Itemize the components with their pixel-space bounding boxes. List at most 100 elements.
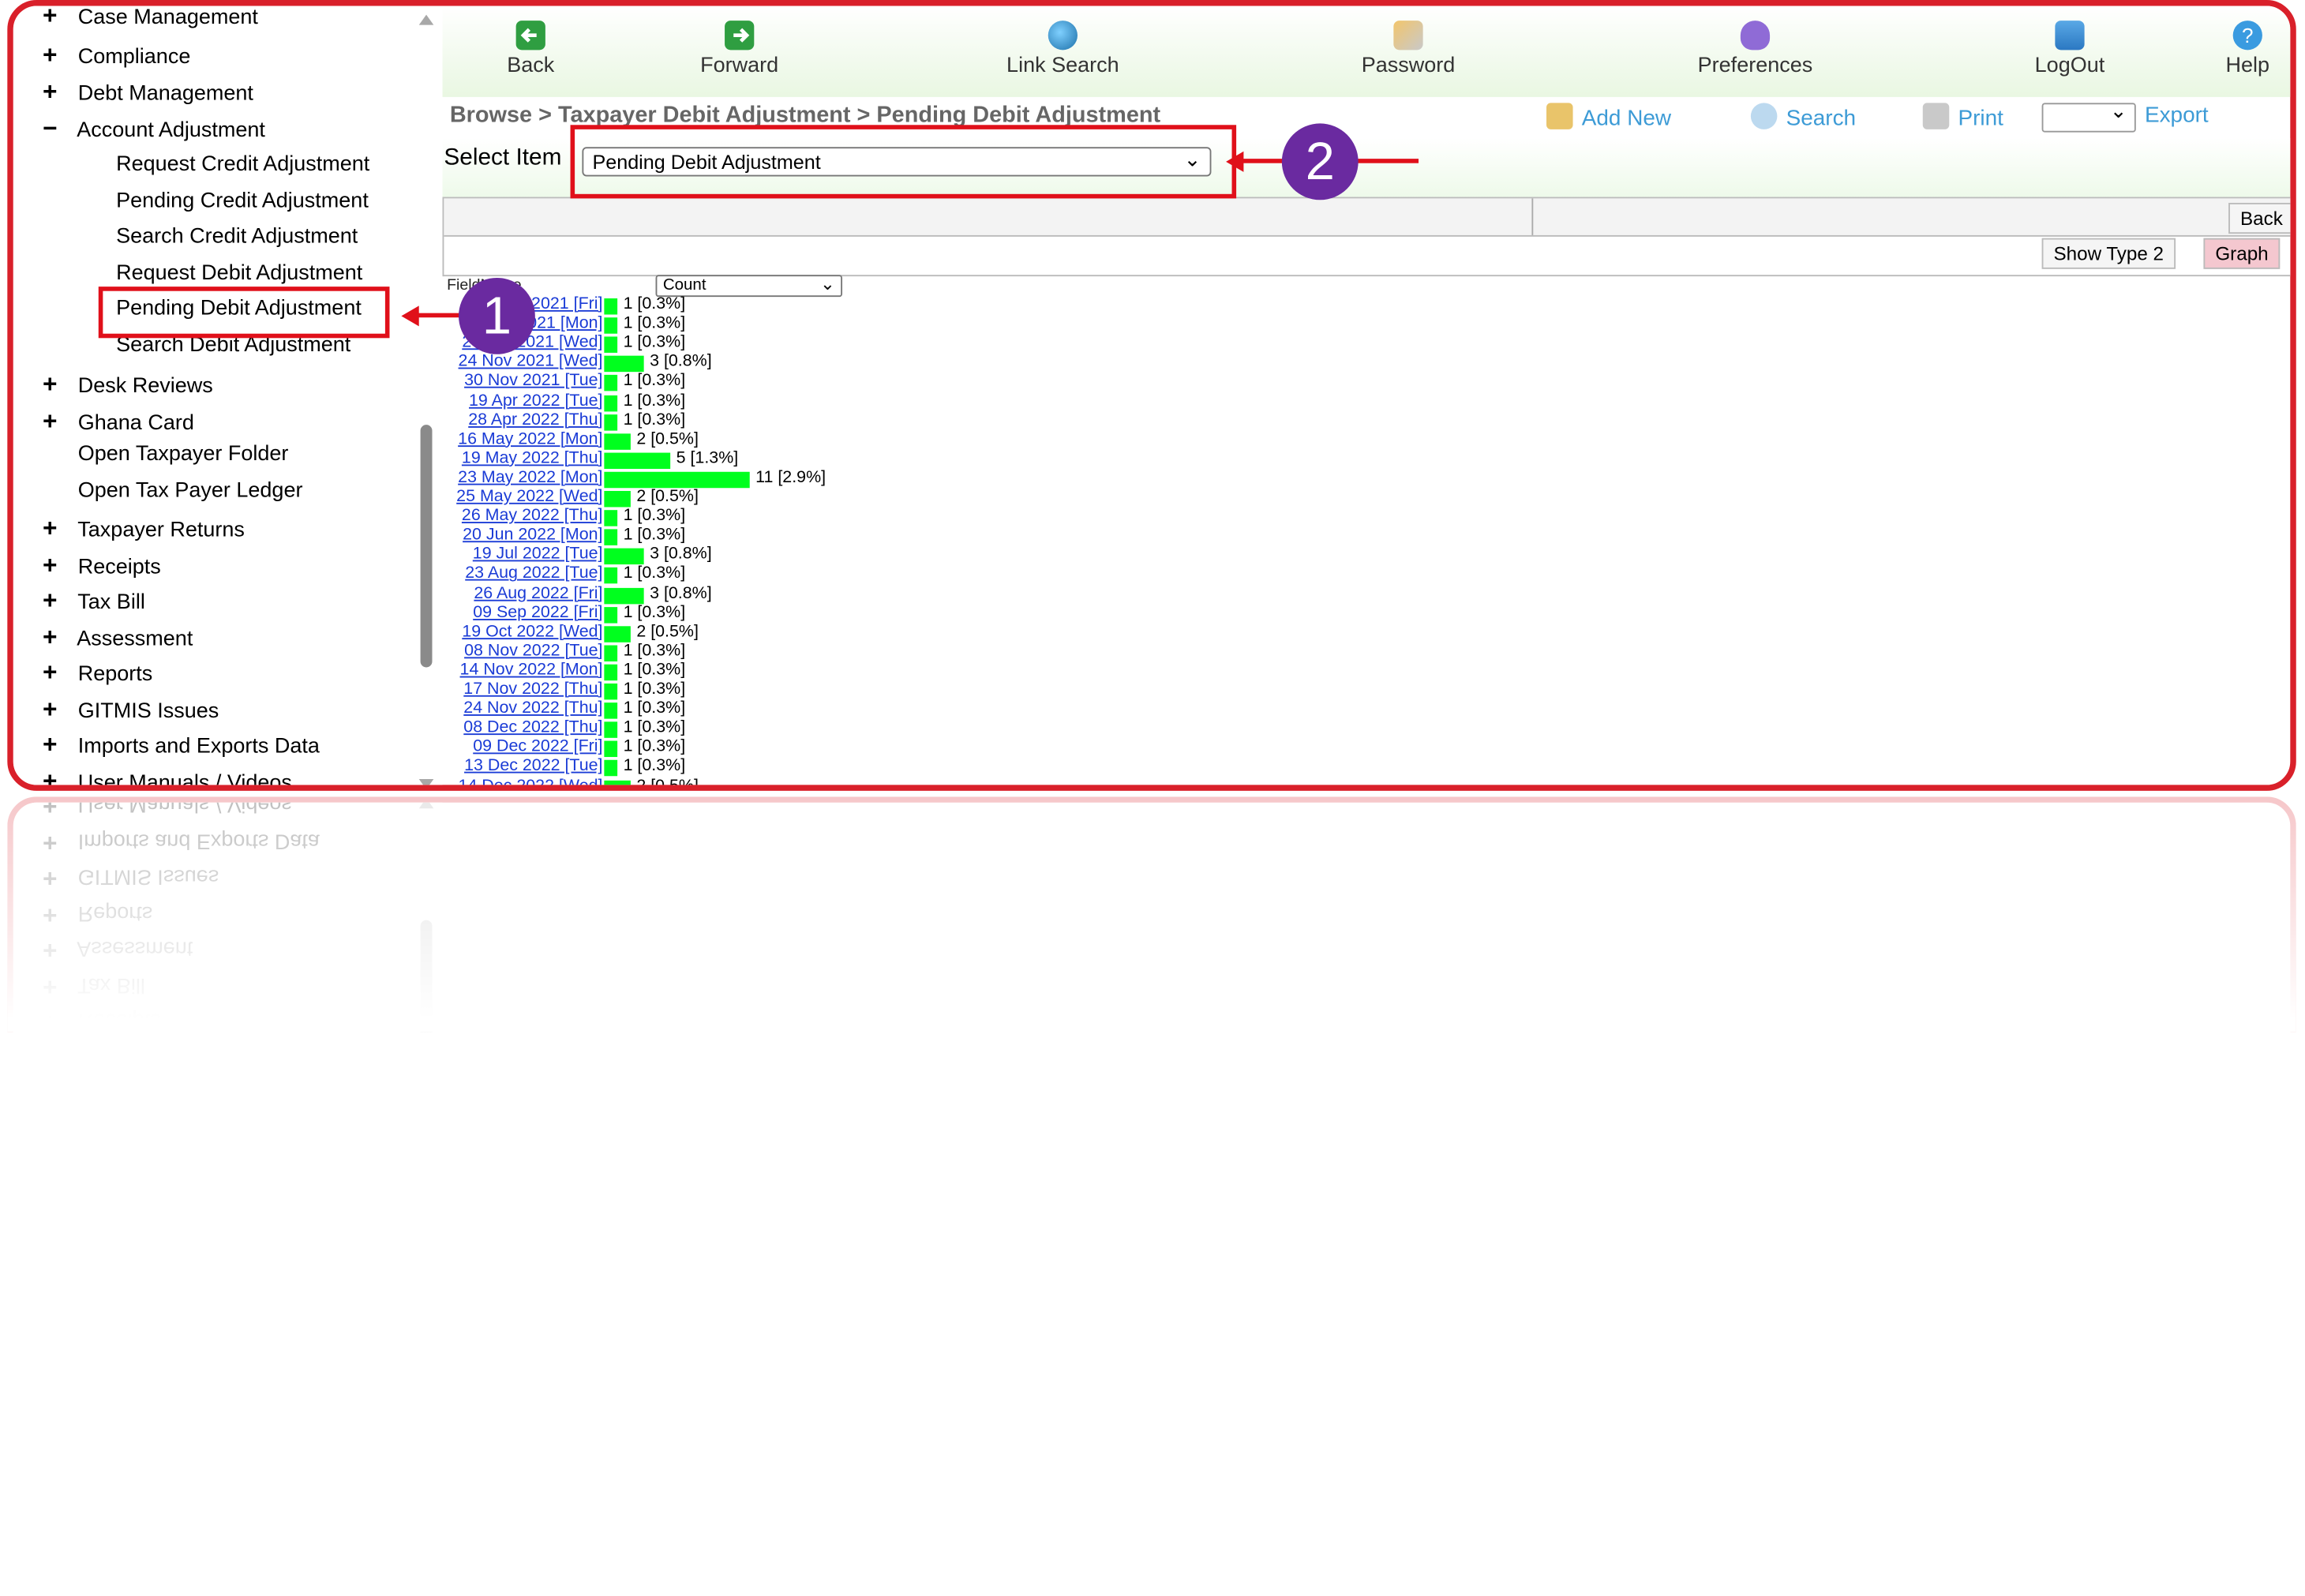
chart-bar [604, 317, 618, 334]
toolbar-back-button[interactable]: Back [489, 21, 572, 78]
chart-value-label: 1 [0.3%] [623, 661, 686, 680]
sidebar-item-desk-reviews[interactable]: + Desk Reviews [43, 370, 213, 399]
chart-bar [604, 336, 618, 354]
sidebar-sub-request-credit-adjustment[interactable]: Request Credit Adjustment [116, 153, 369, 177]
measure-select[interactable]: Count ⌄ [655, 273, 843, 298]
chart-bar [604, 510, 618, 526]
chart-value-label: 3 [0.8%] [650, 353, 712, 371]
chart-bar [604, 452, 671, 469]
chart-category-link[interactable]: 09 Dec 2022 [Fri] [440, 738, 602, 755]
chart-category-link[interactable]: 09 Sep 2022 [Fri] [440, 604, 602, 621]
chart-category-link[interactable]: 30 Nov 2021 [Tue] [440, 373, 602, 390]
sidebar-item-assessment[interactable]: + Assessment [43, 624, 193, 653]
sidebar-item-open-tax-payer-ledger[interactable]: Open Tax Payer Ledger [43, 479, 303, 503]
panel-back-button[interactable]: Back [2228, 202, 2291, 234]
chart-value-label: 11 [2.9%] [755, 468, 826, 487]
chart-category-link[interactable]: 08 Dec 2022 [Thu] [440, 719, 602, 736]
sidebar-item-taxpayer-returns[interactable]: + Taxpayer Returns [43, 515, 245, 544]
export-format-select[interactable] [2041, 99, 2136, 133]
sidebar-item-receipts[interactable]: + Receipts [43, 551, 161, 580]
chart-category-link[interactable]: 08 Nov 2022 [Tue] [440, 642, 602, 659]
chart-category-link[interactable]: 16 May 2022 [Mon] [440, 430, 602, 448]
chart-value-label: 1 [0.3%] [623, 392, 686, 410]
arrowhead-1-icon [401, 305, 419, 327]
export-button[interactable]: Export [2145, 103, 2209, 128]
chart-value-label: 1 [0.3%] [623, 334, 686, 352]
toolbar-help-button[interactable]: ? Help [2218, 21, 2277, 78]
chart-category-link[interactable]: 13 Dec 2022 [Tue] [440, 758, 602, 775]
chart-bar [604, 664, 618, 680]
chart-bar [604, 395, 618, 411]
sidebar-item-case-management[interactable]: + Case Management [43, 6, 258, 31]
chevron-down-icon: ⌄ [819, 273, 835, 294]
sidebar-sub-pending-credit-adjustment[interactable]: Pending Credit Adjustment [116, 189, 369, 213]
chart-bar [604, 298, 618, 315]
toolbar-preferences-button[interactable]: Preferences [1681, 21, 1828, 78]
toolbar-link-search-button[interactable]: Link Search [989, 21, 1136, 78]
sidebar-item-user-manuals[interactable]: + User Manuals / Videos [43, 767, 292, 785]
panel-divider [1531, 198, 1534, 235]
sidebar-item-reports[interactable]: + Reports [43, 658, 152, 687]
sidebar-item-tax-bill[interactable]: + Tax Bill [43, 586, 145, 616]
chart-value-label: 1 [0.3%] [623, 372, 686, 391]
sidebar-item-debt-management[interactable]: + Debt Management [43, 78, 253, 107]
sidebar-item-imports-exports-data[interactable]: + Imports and Exports Data [43, 731, 320, 760]
chart-category-link[interactable]: 14 Nov 2022 [Mon] [440, 661, 603, 679]
sidebar-item-gitmis-issues[interactable]: + GITMIS Issues [43, 695, 219, 725]
highlight-box-2 [570, 125, 1237, 199]
chart-bar [604, 645, 618, 661]
sidebar-item-compliance[interactable]: + Compliance [43, 41, 190, 70]
chart-value-label: 1 [0.3%] [623, 738, 686, 756]
add-new-button[interactable]: Add New [1546, 103, 1671, 131]
chart-value-label: 2 [0.5%] [636, 488, 699, 506]
chart-category-link[interactable]: 26 May 2022 [Thu] [440, 508, 603, 525]
password-key-icon [1393, 21, 1423, 51]
toolbar-logout-button[interactable]: LogOut [2018, 21, 2121, 78]
chart-value-label: 1 [0.3%] [623, 757, 686, 776]
chart-bar [604, 549, 644, 565]
sidebar-item-open-taxpayer-folder[interactable]: Open Taxpayer Folder [43, 443, 289, 466]
step-badge-1: 1 [459, 277, 535, 354]
chart-category-link[interactable]: 17 Nov 2022 [Thu] [440, 680, 602, 698]
chart-category-link[interactable]: 19 Oct 2022 [Wed] [440, 623, 602, 640]
chart-category-link[interactable]: 19 Apr 2022 [Tue] [440, 392, 602, 409]
chart-category-link[interactable]: 14 Dec 2022 [Wed] [440, 777, 603, 785]
toolbar: Back Forward Link Search Password Prefer… [442, 6, 2291, 97]
highlight-box-1 [98, 287, 390, 339]
sidebar-sub-request-debit-adjustment[interactable]: Request Debit Adjustment [116, 261, 362, 285]
toolbar-password-button[interactable]: Password [1349, 21, 1467, 78]
chart-value-label: 3 [0.8%] [650, 545, 712, 564]
sidebar-scrollbar-thumb[interactable] [420, 425, 433, 668]
print-button[interactable]: Print [1922, 103, 2003, 131]
chart-category-link[interactable]: 19 Jul 2022 [Tue] [440, 545, 603, 563]
chart-category-link[interactable]: 23 Aug 2022 [Tue] [440, 565, 602, 583]
toolbar-forward-button[interactable]: Forward [688, 21, 791, 78]
sidebar-sub-search-credit-adjustment[interactable]: Search Credit Adjustment [116, 225, 358, 249]
chart-category-link[interactable]: 19 May 2022 [Thu] [440, 449, 603, 466]
arrowhead-2-icon [1226, 151, 1244, 172]
preferences-heart-icon [1740, 21, 1771, 51]
scroll-down-arrow-icon[interactable] [418, 778, 434, 785]
chart-value-label: 1 [0.3%] [623, 642, 686, 660]
chart-value-label: 1 [0.3%] [623, 603, 686, 621]
graph-button[interactable]: Graph [2203, 238, 2281, 269]
chart-category-link[interactable]: 24 Nov 2021 [Wed] [440, 353, 603, 370]
chart-value-label: 1 [0.3%] [623, 718, 686, 737]
chart-category-link[interactable]: 24 Nov 2022 [Thu] [440, 700, 602, 717]
app-frame: + Case Management + Compliance + Debt Ma… [7, 0, 2296, 791]
chart-category-link[interactable]: 28 Apr 2022 [Thu] [440, 411, 602, 429]
chart-value-label: 1 [0.3%] [623, 564, 686, 583]
chart-category-link[interactable]: 23 May 2022 [Mon] [440, 469, 602, 486]
frame-reflection: + Case Management + Compliance + Debt Ma… [7, 796, 2296, 1032]
magnifier-icon [1750, 103, 1778, 129]
chart-value-label: 1 [0.3%] [623, 410, 686, 429]
chart-category-link[interactable]: 25 May 2022 [Wed] [440, 488, 602, 505]
show-type-button[interactable]: Show Type 2 [2041, 238, 2176, 269]
sidebar-item-account-adjustment[interactable]: − Account Adjustment [43, 114, 265, 144]
scroll-up-arrow-icon[interactable] [418, 14, 434, 25]
search-button[interactable]: Search [1750, 103, 1856, 131]
chart-category-link[interactable]: 26 Aug 2022 [Fri] [440, 584, 602, 601]
chart-category-link[interactable]: 20 Jun 2022 [Mon] [440, 526, 602, 544]
app-frame: + Case Management + Compliance + Debt Ma… [7, 796, 2296, 1032]
sidebar-item-ghana-card[interactable]: + Ghana Card [43, 407, 194, 436]
